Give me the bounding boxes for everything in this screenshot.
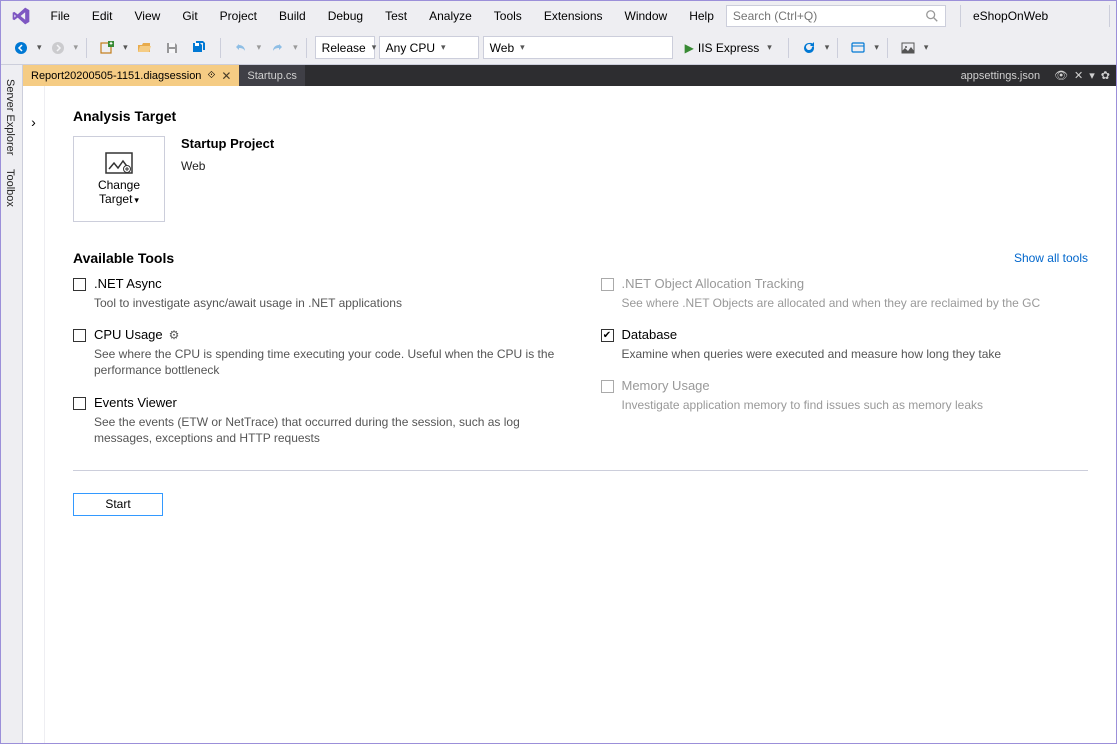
close-preview-icon[interactable]: ✕ [1074,69,1083,82]
toolbar: ▾ ▾ ✦ ▾ ▾ ▾ Release▾ Any CPU▾ Web▾ ▶ IIS… [1,31,1116,65]
pin-icon[interactable]: ⟐ [207,70,215,81]
target-name: Web [181,159,274,173]
object-allocation-checkbox [601,278,614,291]
menu-git[interactable]: Git [172,5,207,27]
play-icon: ▶ [685,41,694,55]
menu-debug[interactable]: Debug [318,5,373,27]
database-checkbox[interactable]: ✔ [601,329,614,342]
tab-appsettings[interactable]: appsettings.json [953,70,1049,82]
solution-name[interactable]: eShopOnWeb [960,5,1110,27]
tool-net-async: .NET Async Tool to investigate async/awa… [73,276,561,311]
menu-view[interactable]: View [125,5,171,27]
image-icon [105,152,133,174]
nav-forward-button[interactable] [46,36,70,60]
new-project-button[interactable]: ✦ [95,36,119,60]
toolbox-tab[interactable]: Toolbox [1,163,22,213]
menu-help[interactable]: Help [679,5,724,27]
collapse-gutter: › [23,86,45,743]
config-combo[interactable]: Release▾ [315,36,375,59]
document-tabs: Report20200505-1151.diagsession ⟐ ✕ Star… [23,65,1116,86]
menu-file[interactable]: File [40,5,79,27]
change-target-button[interactable]: ChangeTarget▾ [73,136,165,222]
target-info: Startup Project Web [181,136,274,222]
start-button[interactable]: Start [73,493,163,516]
search-icon [925,9,939,23]
expand-chevron-icon[interactable]: › [31,114,36,743]
tab-settings-icon[interactable]: ✿ [1101,69,1110,82]
run-button[interactable]: ▶ IIS Express ▾ [677,36,780,60]
tool-database: ✔ Database Examine when queries were exe… [601,327,1089,362]
redo-button[interactable] [265,36,289,60]
tool-cpu-usage: CPU Usage⚙ See where the CPU is spending… [73,327,561,378]
save-button[interactable] [160,36,184,60]
close-icon[interactable]: ✕ [221,69,231,83]
vs-logo-icon [7,2,34,30]
net-async-checkbox[interactable] [73,278,86,291]
search-input[interactable] [733,9,925,23]
startup-project-combo[interactable]: Web▾ [483,36,673,59]
cpu-usage-checkbox[interactable] [73,329,86,342]
platform-combo[interactable]: Any CPU▾ [379,36,479,59]
separator [86,38,87,58]
image-preview-button[interactable] [896,36,920,60]
analysis-target-heading: Analysis Target [73,108,1088,124]
browser-refresh-button[interactable] [797,36,821,60]
tool-memory-usage: Memory Usage Investigate application mem… [601,378,1089,413]
save-all-button[interactable] [188,36,212,60]
separator [788,38,789,58]
separator [306,38,307,58]
menu-project[interactable]: Project [210,5,267,27]
tool-object-allocation: .NET Object Allocation Tracking See wher… [601,276,1089,311]
separator [837,38,838,58]
side-panels: Server Explorer Toolbox [1,65,23,743]
gear-icon[interactable]: ⚙ [169,328,180,342]
menu-extensions[interactable]: Extensions [534,5,613,27]
search-box[interactable] [726,5,946,27]
svg-text:✦: ✦ [109,40,114,47]
menu-analyze[interactable]: Analyze [419,5,482,27]
menu-test[interactable]: Test [375,5,417,27]
preview-tab-icon[interactable]: 👁 [1054,69,1068,82]
open-file-button[interactable] [132,36,156,60]
target-title: Startup Project [181,136,274,151]
tab-diagsession[interactable]: Report20200505-1151.diagsession ⟐ ✕ [23,65,239,86]
separator [220,38,221,58]
menu-edit[interactable]: Edit [82,5,123,27]
browser-link-button[interactable] [846,36,870,60]
tab-startup[interactable]: Startup.cs [239,65,305,86]
menu-window[interactable]: Window [615,5,678,27]
menu-tools[interactable]: Tools [484,5,532,27]
memory-usage-checkbox [601,380,614,393]
nav-back-button[interactable] [9,36,33,60]
events-viewer-checkbox[interactable] [73,397,86,410]
available-tools-heading: Available Tools [73,250,174,266]
undo-button[interactable] [229,36,253,60]
server-explorer-tab[interactable]: Server Explorer [1,73,22,161]
menu-bar: File Edit View Git Project Build Debug T… [1,1,1116,31]
show-all-tools-link[interactable]: Show all tools [1014,251,1088,265]
separator [887,38,888,58]
tab-dropdown-icon[interactable]: ▾ [1089,69,1095,82]
menu-build[interactable]: Build [269,5,316,27]
tool-events-viewer: Events Viewer See the events (ETW or Net… [73,395,561,446]
